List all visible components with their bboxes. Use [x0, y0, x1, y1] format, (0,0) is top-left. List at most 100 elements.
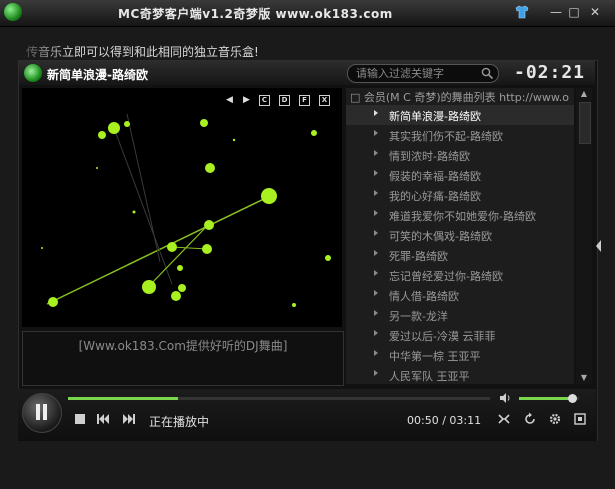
play-arrow-icon	[374, 350, 378, 356]
scroll-thumb[interactable]	[579, 102, 591, 144]
marquee-fade	[0, 38, 70, 60]
playlist-item[interactable]: 可笑的木偶戏-路绮欧	[346, 225, 574, 245]
viz-particle	[311, 130, 317, 136]
play-arrow-icon	[374, 250, 378, 256]
playlist-item-label: 爱过以后-冷漠 云菲菲	[389, 330, 496, 343]
app-logo-icon	[4, 3, 22, 21]
previous-track-icon[interactable]	[96, 412, 110, 426]
app-window: MC奇梦客户端v1.2奇梦版 www.ok183.com — □ ✕ 传音乐立即…	[0, 0, 615, 489]
viz-line	[126, 113, 161, 263]
remaining-time: -02:21	[514, 62, 586, 83]
pause-icon	[36, 404, 48, 420]
now-playing-logo-icon	[24, 64, 42, 82]
viz-f-button[interactable]: F	[299, 95, 310, 106]
scroll-down-icon[interactable]: ▼	[576, 372, 592, 384]
visualizer	[22, 88, 342, 327]
playlist-item[interactable]: 情人借-路绮欧	[346, 285, 574, 305]
playlist-item[interactable]: 情到浓时-路绮欧	[346, 145, 574, 165]
search-input[interactable]	[356, 65, 476, 82]
play-arrow-icon	[374, 370, 378, 376]
viz-d-button[interactable]: D	[279, 95, 290, 106]
promo-box: [Www.ok183.Com提供好听的DJ舞曲]	[22, 331, 344, 386]
viz-particle	[178, 284, 186, 292]
viz-prev-icon[interactable]: ◀	[224, 95, 235, 106]
play-arrow-icon	[374, 190, 378, 196]
viz-particle	[108, 122, 120, 134]
minimize-button[interactable]: —	[548, 5, 564, 20]
visualizer-canvas	[41, 113, 331, 307]
viz-particle	[124, 121, 130, 127]
shuffle-icon[interactable]	[497, 412, 511, 426]
play-arrow-icon	[374, 270, 378, 276]
viz-particle	[200, 119, 208, 127]
playlist-item[interactable]: 中华第一棕 王亚平	[346, 345, 574, 365]
volume-fill	[519, 397, 573, 400]
playlist-item[interactable]: 假装的幸福-路绮欧	[346, 165, 574, 185]
collapse-arrow-icon[interactable]	[596, 240, 601, 252]
playlist-item[interactable]: 人民军队 王亚平	[346, 365, 574, 384]
viz-x-button[interactable]: X	[319, 95, 330, 106]
play-arrow-icon	[374, 290, 378, 296]
playlist-item[interactable]: 忘记曾经爱过你-路绮欧	[346, 265, 574, 285]
play-arrow-icon	[374, 150, 378, 156]
viz-particle	[98, 131, 106, 139]
progress-fill	[68, 397, 178, 400]
stop-icon[interactable]	[73, 412, 87, 426]
playlist-item-label: 死罪-路绮欧	[389, 250, 448, 263]
close-button[interactable]: ✕	[587, 5, 603, 20]
viz-next-icon[interactable]: ▶	[241, 95, 252, 106]
settings-gear-icon[interactable]	[548, 412, 562, 426]
fullscreen-icon[interactable]	[573, 412, 587, 426]
playlist-header[interactable]: □ 会员(M C 奇梦)的舞曲列表 http://www.o	[350, 89, 569, 105]
playlist-item[interactable]: 难道我爱你不如她爱你-路绮欧	[346, 205, 574, 225]
playlist-item-label: 人民军队 王亚平	[389, 370, 470, 383]
maximize-button[interactable]: □	[566, 5, 582, 20]
viz-particle	[177, 265, 183, 271]
playlist-item-label: 情人借-路绮欧	[389, 290, 459, 303]
search-icon[interactable]	[481, 67, 494, 80]
playlist-item[interactable]: 我的心好痛-路绮欧	[346, 185, 574, 205]
repeat-icon[interactable]	[523, 412, 537, 426]
filter-search-box[interactable]	[347, 64, 499, 83]
play-arrow-icon	[374, 130, 378, 136]
volume-icon[interactable]	[499, 392, 511, 404]
playlist: □ 会员(M C 奇梦)的舞曲列表 http://www.o 新简单浪漫-路绮欧…	[346, 88, 574, 384]
viz-particle	[171, 291, 181, 301]
playlist-item-label: 另一款-龙洋	[389, 310, 448, 323]
play-arrow-icon	[374, 170, 378, 176]
playlist-item[interactable]: 其实我们伤不起-路绮欧	[346, 125, 574, 145]
next-track-icon[interactable]	[122, 412, 136, 426]
volume-slider[interactable]	[519, 394, 579, 403]
playlist-item[interactable]: 另一款-龙洋	[346, 305, 574, 325]
skin-shirt-icon[interactable]	[514, 4, 530, 20]
playlist-scrollbar[interactable]: ▲ ▼	[576, 88, 592, 384]
viz-line	[46, 195, 271, 305]
pause-button[interactable]	[22, 393, 62, 433]
playlist-item[interactable]: 爱过以后-冷漠 云菲菲	[346, 325, 574, 345]
playlist-item-label: 中华第一棕 王亚平	[389, 350, 481, 363]
playlist-item-label: 其实我们伤不起-路绮欧	[389, 130, 503, 143]
now-playing-title: 新简单浪漫-路绮欧	[47, 68, 148, 82]
viz-particle	[205, 163, 215, 173]
volume-knob[interactable]	[568, 394, 577, 403]
playlist-item[interactable]: 新简单浪漫-路绮欧	[346, 105, 574, 125]
viz-particle	[202, 244, 212, 254]
playback-status: 正在播放中	[149, 415, 210, 429]
window-footer	[0, 441, 615, 489]
window-title: MC奇梦客户端v1.2奇梦版 www.ok183.com	[118, 7, 393, 21]
play-arrow-icon	[374, 230, 378, 236]
title-bar[interactable]: MC奇梦客户端v1.2奇梦版 www.ok183.com — □ ✕	[0, 0, 615, 27]
scroll-up-icon[interactable]: ▲	[576, 88, 592, 100]
viz-particle	[142, 280, 156, 294]
promo-text[interactable]: [Www.ok183.Com提供好听的DJ舞曲]	[23, 337, 343, 354]
viz-particle	[325, 255, 331, 261]
playlist-item-label: 情到浓时-路绮欧	[389, 150, 470, 163]
viz-particle	[167, 242, 177, 252]
viz-particle	[232, 138, 236, 142]
playlist-item[interactable]: 死罪-路绮欧	[346, 245, 574, 265]
time-display: 00:50 / 03:11	[407, 414, 482, 427]
viz-c-button[interactable]: C	[259, 95, 270, 106]
playlist-item-label: 忘记曾经爱过你-路绮欧	[389, 270, 503, 283]
progress-bar[interactable]	[68, 397, 490, 400]
viz-line	[148, 224, 209, 287]
